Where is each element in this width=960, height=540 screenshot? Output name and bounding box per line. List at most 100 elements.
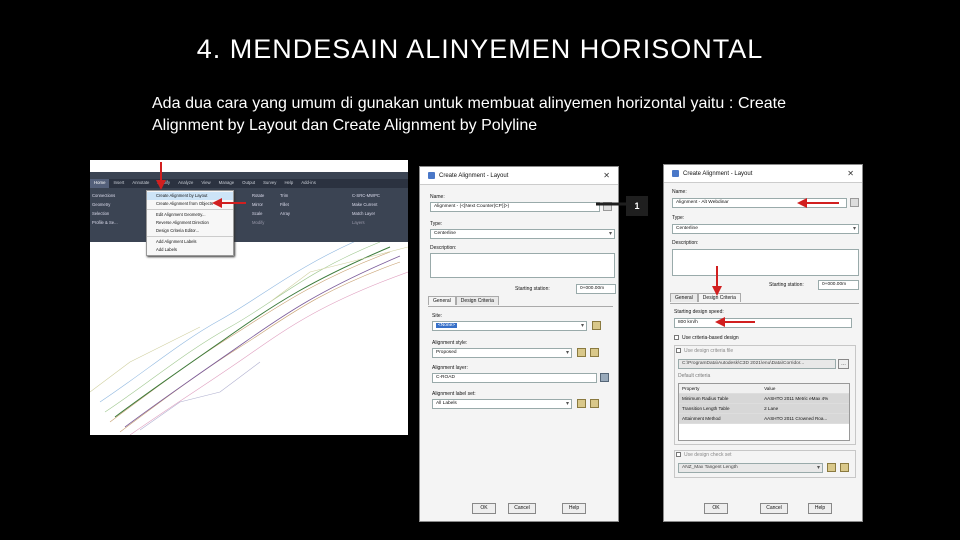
menu-item[interactable]: Edit Alignment Geometry... [147,211,233,219]
help-button[interactable]: Help [808,503,832,514]
help-button[interactable]: Help [562,503,586,514]
table-row[interactable]: Attainment Method AASHTO 2011 Crowned Ro… [679,414,849,424]
ribbon-item[interactable]: C-SRC-MWPC [352,191,380,200]
red-arrow-left-icon [212,198,246,208]
check-set-select[interactable]: ANZ_Max Tangent Length [678,463,823,473]
type-label: Type: [672,215,685,221]
slide-title: 4. MENDESAIN ALINYEMEN HORISONTAL [196,34,764,64]
ribbon-item[interactable]: Trim [280,191,290,200]
menu-item[interactable]: Add Labels [147,246,233,254]
starting-station-field[interactable]: 0+000.00m [576,284,616,294]
cancel-button[interactable]: Cancel [508,503,536,514]
ribbon-tab[interactable]: Survey [259,179,280,188]
ribbon-item[interactable]: Array [280,209,290,218]
menu-item[interactable]: Add Alignment Labels [147,238,233,246]
red-arrow-left-icon [797,198,839,208]
ribbon-item[interactable]: Make Current [352,200,380,209]
dialog-tabs: General Design Criteria [428,296,499,305]
site-picker-icon[interactable] [592,321,601,330]
create-alignment-dialog-criteria: Create Alignment - Layout ✕ Name: Alignm… [663,164,863,522]
description-field[interactable] [672,249,859,276]
civil3d-screenshot: Autodesk Civil 3D 2021 TUBES RJMI...dwg … [90,160,408,435]
ribbon-item[interactable]: Geometry [92,200,118,209]
label-set-pick-icon[interactable] [590,399,599,408]
site-value: <None> [436,323,458,328]
table-row[interactable]: Minimum Radius Table AASHTO 2011 Metric … [679,394,849,404]
checkbox-icon [674,335,679,341]
alignment-style-label: Alignment style: [432,340,468,346]
ribbon-tab[interactable]: Home [90,179,110,188]
table-cell: AASHTO 2011 Metric eMax 4% [764,396,829,401]
menu-separator [147,209,233,210]
name-field[interactable]: Alignment - (<[Next Counter(CP)]>) [430,202,600,212]
use-criteria-label: Use criteria-based design [682,335,739,341]
label-set-select[interactable]: All Labels [432,399,572,409]
label-set-label: Alignment label set: [432,391,476,397]
name-template-button[interactable] [850,198,859,207]
menu-item[interactable]: Design Criteria Editor... [147,227,233,235]
ribbon-item[interactable]: Connections [92,191,118,200]
ok-button[interactable]: OK [704,503,728,514]
ribbon-item[interactable]: Match Layer [352,209,380,218]
tab-general[interactable]: General [670,293,698,302]
use-file-checkbox[interactable]: Use design criteria file [676,348,733,354]
style-pick-icon[interactable] [590,348,599,357]
ribbon-group-label: Layers [352,220,365,225]
ribbon-tab[interactable]: Insert [109,179,128,188]
table-header-row: Property Value [679,384,849,394]
ribbon-tab[interactable]: Manage [215,179,239,188]
drawing-area[interactable] [90,236,408,435]
starting-station-field[interactable]: 0+000.00m [818,280,859,290]
browse-button[interactable]: … [838,359,849,369]
tab-divider [428,306,613,307]
alignment-style-select[interactable]: Proposed [432,348,572,358]
ribbon-item[interactable]: Profile & Se... [92,218,118,227]
ok-button[interactable]: OK [472,503,496,514]
ribbon-modify-group-2: Trim Fillet Array [280,191,290,218]
menu-item[interactable]: Reverse Alignment Direction [147,219,233,227]
design-speed-field[interactable]: 800 km/h [674,318,852,328]
tab-design-criteria[interactable]: Design Criteria [455,296,499,305]
ribbon-item[interactable]: Rotate [252,191,264,200]
table-cell: Minimum Radius Table [682,396,729,401]
close-icon[interactable]: ✕ [847,169,854,178]
ribbon-modify-group: Rotate Mirror Scale Modify [252,191,264,227]
ribbon-group-label: Modify [252,220,265,225]
ribbon-tab[interactable]: View [197,179,214,188]
ribbon-tab[interactable]: Help [280,179,297,188]
alignment-drawing [90,236,408,435]
tab-general[interactable]: General [428,296,456,305]
table-cell: 2 Lane [764,406,779,411]
red-arrow-down-icon [712,266,722,296]
use-check-set-checkbox[interactable]: Use design check set [676,452,732,458]
ribbon-tab[interactable]: Analyze [174,179,197,188]
layer-icon[interactable] [600,373,609,382]
type-select[interactable]: Centerline [672,224,859,234]
criteria-file-path[interactable]: C:\ProgramData\Autodesk\C3D 2021\enu\Dat… [678,359,836,369]
table-cell: Transition Length Table [682,406,730,411]
ribbon-item[interactable]: Mirror [252,200,264,209]
ribbon-tab[interactable]: Annotate [128,179,153,188]
alignment-layer-field[interactable]: C-ROAD [432,373,597,383]
type-select[interactable]: Centerline [430,229,615,239]
ribbon-item[interactable]: Fillet [280,200,290,209]
description-label: Description: [430,245,457,251]
ribbon-item[interactable]: Scale [252,209,264,218]
tab-divider [670,303,859,304]
ribbon-item[interactable]: Selection [92,209,118,218]
description-field[interactable] [430,253,615,278]
close-icon[interactable]: ✕ [603,171,610,180]
ribbon-tab[interactable]: Output [238,179,259,188]
starting-station-label: Starting station: [769,282,804,288]
site-select[interactable]: <None> [432,321,587,331]
cancel-button[interactable]: Cancel [760,503,788,514]
design-speed-label: Starting design speed: [674,309,724,315]
table-row[interactable]: Transition Length Table 2 Lane [679,404,849,414]
table-header: Property [682,386,700,391]
ribbon-tab[interactable]: Add-ins [297,179,320,188]
use-criteria-checkbox[interactable]: Use criteria-based design [674,335,739,341]
check-set-edit-icon[interactable] [827,463,836,472]
check-set-pick-icon[interactable] [840,463,849,472]
label-set-edit-icon[interactable] [577,399,586,408]
style-edit-icon[interactable] [577,348,586,357]
